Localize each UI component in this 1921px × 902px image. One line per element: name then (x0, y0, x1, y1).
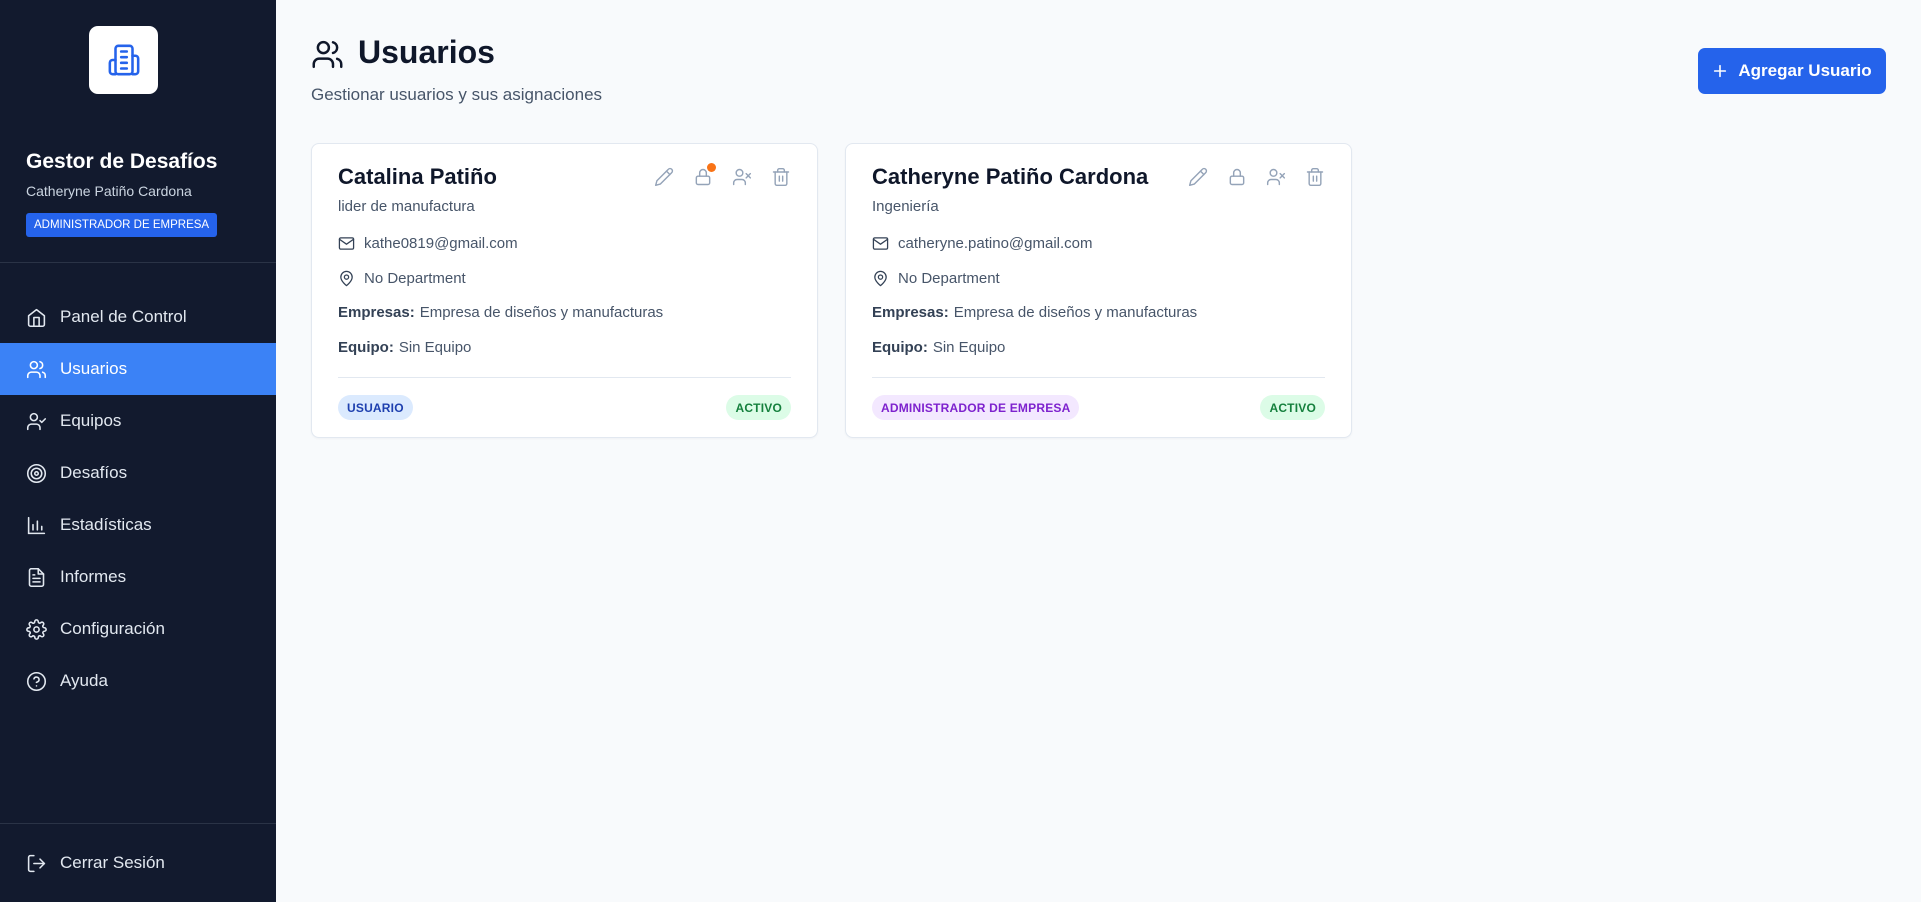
user-email-row: catheryne.patino@gmail.com (872, 235, 1093, 252)
mail-icon (338, 237, 355, 250)
logout-button[interactable]: Cerrar Sesión (0, 837, 276, 889)
lock-icon (1229, 168, 1245, 186)
user-department: No Department (364, 270, 466, 287)
sidebar-item-configuracion[interactable]: Configuración (0, 603, 276, 655)
user-card: Catalina Patiño lider de manufactura kat… (311, 143, 818, 438)
current-user-name: Catheryne Patiño Cardona (26, 183, 192, 199)
sidebar: Gestor de Desafíos Catheryne Patiño Card… (0, 0, 276, 902)
user-check-icon (26, 412, 47, 430)
remove-user-button[interactable] (732, 167, 752, 187)
team-label: Equipo: (338, 339, 394, 356)
notification-dot (707, 163, 716, 172)
trash-icon (1306, 167, 1324, 187)
bar-chart-icon (27, 516, 46, 534)
delete-user-button[interactable] (771, 167, 791, 187)
gear-icon (26, 618, 47, 640)
sidebar-item-desafios[interactable]: Desafíos (0, 447, 276, 499)
sidebar-item-estadisticas[interactable]: Estadísticas (0, 499, 276, 551)
building-icon (108, 44, 139, 76)
sidebar-item-equipos[interactable]: Equipos (0, 395, 276, 447)
user-email-row: kathe0819@gmail.com (338, 235, 518, 252)
user-team-row: Equipo: Sin Equipo (338, 339, 471, 356)
remove-user-button[interactable] (1266, 167, 1286, 187)
status-badge: ACTIVO (1260, 395, 1325, 420)
sidebar-nav: Panel de Control Usuarios Equipos Desafí… (0, 291, 276, 707)
user-name: Catheryne Patiño Cardona (872, 164, 1149, 189)
sidebar-item-panel-de-control[interactable]: Panel de Control (0, 291, 276, 343)
users-icon (26, 360, 47, 378)
user-department: No Department (898, 270, 1000, 287)
lock-user-button[interactable] (1227, 167, 1247, 187)
role-badge: USUARIO (338, 395, 413, 420)
app-title: Gestor de Desafíos (26, 150, 218, 173)
users-icon (312, 40, 343, 69)
user-companies: Empresa de diseños y manufacturas (419, 304, 664, 321)
card-actions (1188, 167, 1325, 187)
sidebar-divider (0, 262, 276, 263)
help-circle-icon (26, 671, 47, 691)
user-team: Sin Equipo (932, 339, 1006, 356)
role-badge: ADMINISTRADOR DE EMPRESA (872, 395, 1080, 420)
team-label: Equipo: (872, 339, 928, 356)
sidebar-item-usuarios[interactable]: Usuarios (0, 343, 276, 395)
sidebar-item-label: Ayuda (60, 671, 108, 690)
user-x-icon (1266, 168, 1286, 186)
user-email: catheryne.patino@gmail.com (898, 235, 1093, 252)
sidebar-item-label: Equipos (60, 411, 122, 430)
delete-user-button[interactable] (1305, 167, 1325, 187)
sidebar-item-label: Desafíos (60, 463, 128, 482)
user-companies-row: Empresas: Empresa de diseños y manufactu… (872, 304, 1197, 321)
logout-label: Cerrar Sesión (60, 853, 165, 872)
current-user-role-badge: ADMINISTRADOR DE EMPRESA (26, 213, 218, 237)
pencil-icon (654, 167, 674, 187)
edit-user-button[interactable] (654, 167, 674, 187)
log-out-icon (27, 854, 46, 872)
user-companies: Empresa de diseños y manufacturas (953, 304, 1198, 321)
sidebar-item-label: Panel de Control (60, 307, 187, 326)
sidebar-item-label: Usuarios (60, 359, 128, 378)
map-pin-icon (874, 270, 887, 287)
target-icon (26, 463, 47, 483)
user-department-row: No Department (338, 270, 466, 287)
sidebar-item-label: Estadísticas (60, 515, 152, 534)
sidebar-item-ayuda[interactable]: Ayuda (0, 655, 276, 707)
user-x-icon (732, 168, 752, 186)
companies-label: Empresas: (338, 304, 415, 321)
edit-user-button[interactable] (1188, 167, 1208, 187)
user-team: Sin Equipo (398, 339, 472, 356)
add-user-label: Agregar Usuario (1738, 61, 1872, 80)
mail-icon (872, 237, 889, 250)
sidebar-item-label: Configuración (60, 619, 165, 638)
card-actions (654, 163, 791, 187)
user-team-row: Equipo: Sin Equipo (872, 339, 1005, 356)
companies-label: Empresas: (872, 304, 949, 321)
sidebar-divider (0, 823, 276, 824)
user-department-row: No Department (872, 270, 1000, 287)
trash-icon (772, 167, 790, 187)
user-position: Ingeniería (872, 198, 939, 215)
add-user-button[interactable]: Agregar Usuario (1698, 48, 1886, 94)
user-card: Catheryne Patiño Cardona Ingeniería cath… (845, 143, 1352, 438)
card-divider (338, 377, 791, 378)
map-pin-icon (340, 270, 353, 287)
sidebar-item-label: Informes (60, 567, 127, 586)
lock-user-button[interactable] (693, 163, 716, 187)
user-position: lider de manufactura (338, 198, 475, 215)
plus-icon (1714, 64, 1727, 78)
home-icon (27, 308, 46, 327)
file-text-icon (28, 567, 45, 587)
user-name: Catalina Patiño (338, 164, 497, 189)
sidebar-item-informes[interactable]: Informes (0, 551, 276, 603)
status-badge: ACTIVO (726, 395, 791, 420)
app-logo (89, 26, 158, 94)
user-email: kathe0819@gmail.com (364, 235, 518, 252)
pencil-icon (1188, 167, 1208, 187)
page-title: Usuarios (358, 34, 495, 70)
page-subtitle: Gestionar usuarios y sus asignaciones (311, 85, 603, 104)
user-companies-row: Empresas: Empresa de diseños y manufactu… (338, 304, 663, 321)
card-divider (872, 377, 1325, 378)
